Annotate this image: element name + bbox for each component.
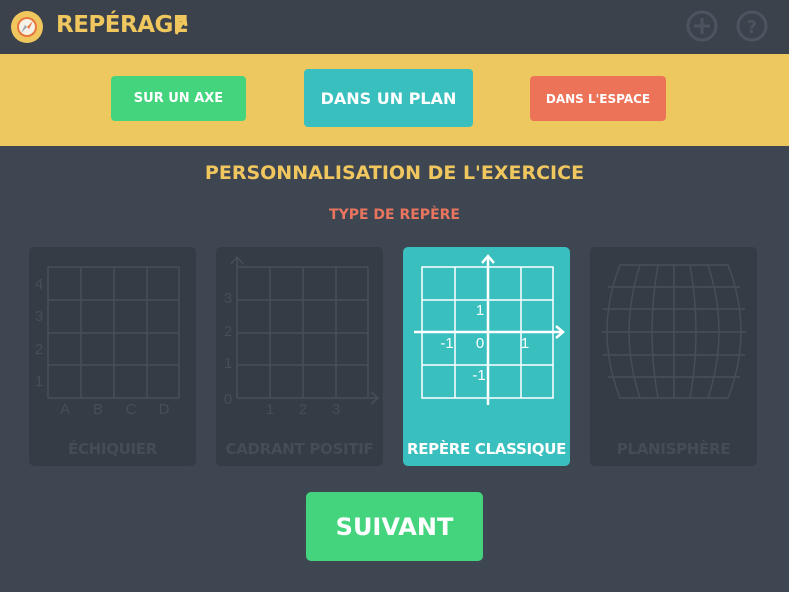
tick-label: -1 — [440, 335, 453, 352]
next-button[interactable]: SUIVANT — [306, 492, 483, 561]
card-label: PLANISPHÈRE — [616, 440, 731, 458]
section-subtitle: TYPE DE REPÈRE — [329, 207, 460, 223]
chessboard-grid-icon: 4 3 2 1 A B C D — [35, 266, 180, 418]
tick-label: 3 — [332, 401, 340, 418]
tick-label: C — [126, 401, 137, 418]
tick-label: 2 — [299, 401, 307, 418]
tick-label: 3 — [35, 308, 43, 325]
card-planisphere[interactable]: PLANISPHÈRE — [590, 247, 757, 466]
question-circle-icon[interactable]: ? — [735, 9, 769, 43]
tab-dans-l-espace[interactable]: DANS L'ESPACE — [530, 76, 666, 121]
tick-label: 1 — [476, 302, 484, 319]
tick-label: D — [159, 401, 170, 418]
svg-text:?: ? — [747, 17, 757, 38]
tick-label: 1 — [224, 355, 232, 372]
card-label: CADRANT POSITIF — [225, 440, 374, 458]
tick-label: 2 — [224, 323, 232, 340]
card-repere-classique[interactable]: 1 -1 0 1 -1 REPÈRE CLASSIQUE — [403, 247, 570, 466]
title-arrow-icon — [174, 17, 188, 35]
origin-label: 0 — [224, 391, 232, 408]
tick-label: A — [60, 401, 70, 418]
tab-sur-un-axe[interactable]: SUR UN AXE — [111, 76, 246, 121]
tick-label: B — [93, 401, 103, 418]
origin-label: 0 — [476, 335, 484, 352]
tick-label: 2 — [35, 341, 43, 358]
card-cadrant-positif[interactable]: 3 2 1 0 1 2 3 CADRANT POSITIF — [216, 247, 383, 466]
plus-circle-icon[interactable] — [685, 9, 719, 43]
app-title: REPÉRAGE — [56, 12, 189, 38]
card-echiquier[interactable]: 4 3 2 1 A B C D ÉCHIQUIER — [29, 247, 196, 466]
card-label: REPÈRE CLASSIQUE — [406, 440, 567, 458]
tab-dans-un-plan[interactable]: DANS UN PLAN — [304, 69, 473, 127]
card-label: ÉCHIQUIER — [68, 440, 157, 458]
compass-icon — [11, 11, 43, 43]
tick-label: 3 — [224, 290, 232, 307]
page-title: PERSONNALISATION DE L'EXERCICE — [204, 162, 585, 184]
tick-label: 4 — [35, 276, 43, 293]
world-map-grid-icon — [602, 264, 746, 399]
cartesian-grid-icon: 1 -1 0 1 -1 — [414, 254, 565, 405]
tick-label: 1 — [266, 401, 274, 418]
positive-quadrant-grid-icon: 3 2 1 0 1 2 3 — [224, 255, 380, 418]
tick-label: -1 — [472, 367, 485, 384]
tick-label: 1 — [35, 373, 43, 390]
tick-label: 1 — [521, 335, 529, 352]
